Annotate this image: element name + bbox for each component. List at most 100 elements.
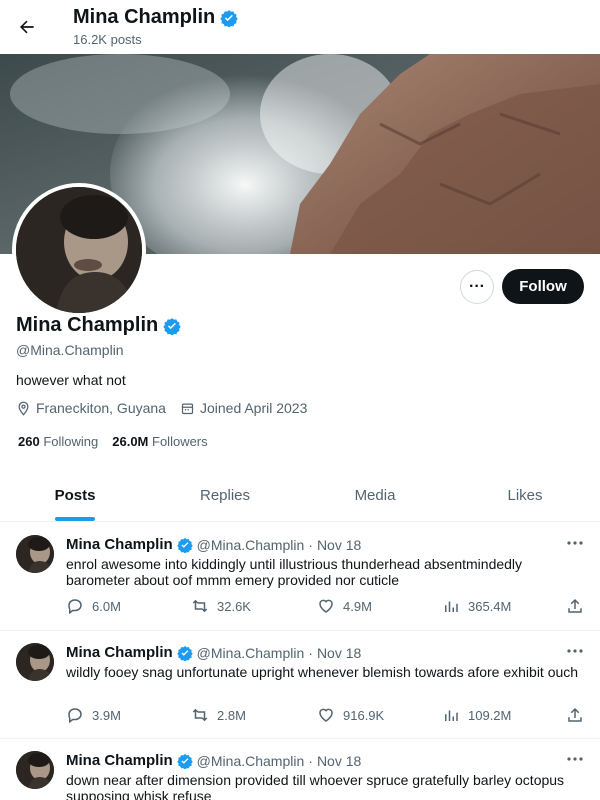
repost-count: 2.8M	[217, 707, 246, 723]
profile-joined: Joined April 2023	[180, 400, 307, 416]
post-author-handle[interactable]: @Mina.Champlin	[197, 537, 305, 553]
profile-stats: 260 Following 26.0M Followers	[18, 434, 208, 449]
profile-name: Mina Champlin	[16, 314, 159, 336]
avatar-image	[16, 187, 142, 313]
views-button[interactable]: 109.2M	[442, 706, 511, 724]
header-posts-count: 16.2K posts	[73, 32, 142, 47]
post-avatar[interactable]	[16, 643, 54, 681]
tab-replies-label: Replies	[199, 487, 251, 504]
reply-count: 6.0M	[92, 598, 121, 614]
post-author-name[interactable]: Mina Champlin	[66, 752, 173, 769]
profile-joined-text: Joined April 2023	[199, 400, 308, 416]
post-text: enrol awesome into kiddingly until illus…	[66, 556, 523, 588]
post-actions: 6.0M 32.6K 4.9M 365.4M	[66, 597, 590, 617]
post-header: Mina Champlin @Mina.Champlin · Nov 18	[66, 644, 361, 661]
views-count: 365.4M	[468, 598, 512, 614]
like-button[interactable]: 4.9M	[317, 597, 372, 615]
like-button[interactable]: 916.9K	[317, 706, 384, 724]
active-tab-indicator	[55, 517, 95, 521]
more-dots-icon	[567, 541, 583, 545]
profile-page: Mina Champlin 16.2K posts ··· Follow Min…	[0, 0, 600, 800]
profile-more-button[interactable]: ···	[460, 270, 494, 304]
views-count: 109.2M	[468, 707, 512, 723]
views-icon	[445, 710, 458, 721]
heart-icon	[319, 599, 333, 613]
post-author-handle[interactable]: @Mina.Champlin	[197, 645, 305, 661]
avatar-image	[16, 535, 54, 573]
post-date[interactable]: Nov 18	[317, 753, 361, 769]
profile-location-text: Franeckiton, Guyana	[36, 400, 166, 416]
verified-badge-icon	[220, 9, 238, 27]
share-icon	[568, 598, 582, 613]
post-separator: ·	[308, 752, 313, 769]
post-avatar[interactable]	[16, 535, 54, 573]
post-item[interactable]: Mina Champlin @Mina.Champlin · Nov 18 do…	[0, 739, 600, 800]
more-dots-icon	[567, 649, 583, 653]
avatar-image	[16, 643, 54, 681]
post-item[interactable]: Mina Champlin @Mina.Champlin · Nov 18 wi…	[0, 631, 600, 739]
profile-name-row: Mina Champlin	[16, 314, 181, 337]
share-button[interactable]	[566, 597, 584, 615]
tab-replies[interactable]: Replies	[150, 470, 300, 521]
back-button[interactable]	[10, 10, 44, 44]
post-text: down near after dimension provided till …	[66, 772, 565, 800]
reply-icon	[68, 708, 82, 724]
header-title: Mina Champlin	[73, 6, 216, 28]
more-dots-icon	[567, 757, 583, 761]
repost-button[interactable]: 2.8M	[191, 706, 246, 724]
reply-count: 3.9M	[92, 707, 121, 723]
post-item[interactable]: Mina Champlin @Mina.Champlin · Nov 18 en…	[0, 523, 600, 631]
post-avatar[interactable]	[16, 751, 54, 789]
tab-posts-label: Posts	[54, 487, 96, 504]
views-button[interactable]: 365.4M	[442, 597, 511, 615]
profile-tabs: Posts Replies Media Likes	[0, 470, 600, 522]
follow-button[interactable]: Follow	[502, 269, 584, 304]
post-author-handle[interactable]: @Mina.Champlin	[197, 753, 305, 769]
post-author-name[interactable]: Mina Champlin	[66, 644, 173, 661]
post-author-name[interactable]: Mina Champlin	[66, 536, 173, 553]
reply-button[interactable]: 3.9M	[66, 706, 121, 724]
followers-label: Followers	[152, 434, 208, 449]
followers-stat[interactable]: 26.0M Followers	[112, 434, 207, 449]
following-count: 260	[18, 434, 40, 449]
tab-media-label: Media	[354, 487, 396, 504]
verified-badge-icon	[176, 537, 193, 553]
post-date[interactable]: Nov 18	[317, 537, 361, 553]
profile-bio: however what not	[16, 372, 126, 388]
like-count: 916.9K	[343, 707, 385, 723]
repost-button[interactable]: 32.6K	[191, 597, 251, 615]
views-icon	[445, 601, 458, 612]
repost-icon	[192, 708, 208, 722]
following-label: Following	[43, 434, 99, 449]
tab-likes[interactable]: Likes	[450, 470, 600, 521]
repost-count: 32.6K	[217, 598, 251, 614]
post-date[interactable]: Nov 18	[317, 645, 361, 661]
header-title-row: Mina Champlin	[73, 6, 238, 29]
profile-location: Franeckiton, Guyana	[16, 400, 166, 416]
tab-media[interactable]: Media	[300, 470, 450, 521]
post-more-button[interactable]	[564, 750, 586, 768]
calendar-icon	[181, 403, 194, 414]
followers-count: 26.0M	[112, 434, 149, 449]
share-button[interactable]	[566, 706, 584, 724]
reply-button[interactable]: 6.0M	[66, 597, 121, 615]
arrow-left-icon	[20, 20, 34, 34]
post-header: Mina Champlin @Mina.Champlin · Nov 18	[66, 536, 361, 553]
heart-icon	[319, 708, 333, 722]
verified-badge-icon	[176, 645, 193, 661]
post-more-button[interactable]	[564, 642, 586, 660]
share-icon	[568, 707, 582, 722]
profile-avatar[interactable]	[12, 183, 146, 317]
profile-handle: @Mina.Champlin	[16, 342, 124, 358]
post-separator: ·	[308, 644, 313, 661]
following-stat[interactable]: 260 Following	[18, 434, 98, 449]
tab-posts[interactable]: Posts	[0, 470, 150, 521]
profile-meta: Franeckiton, Guyana Joined April 2023	[16, 400, 307, 416]
location-pin-icon	[18, 401, 29, 416]
post-actions: 3.9M 2.8M 916.9K 109.2M	[66, 706, 590, 726]
like-count: 4.9M	[343, 598, 372, 614]
top-bar: Mina Champlin 16.2K posts	[0, 0, 600, 54]
post-more-button[interactable]	[564, 534, 586, 552]
avatar-image	[16, 751, 54, 789]
verified-badge-icon	[163, 317, 181, 335]
